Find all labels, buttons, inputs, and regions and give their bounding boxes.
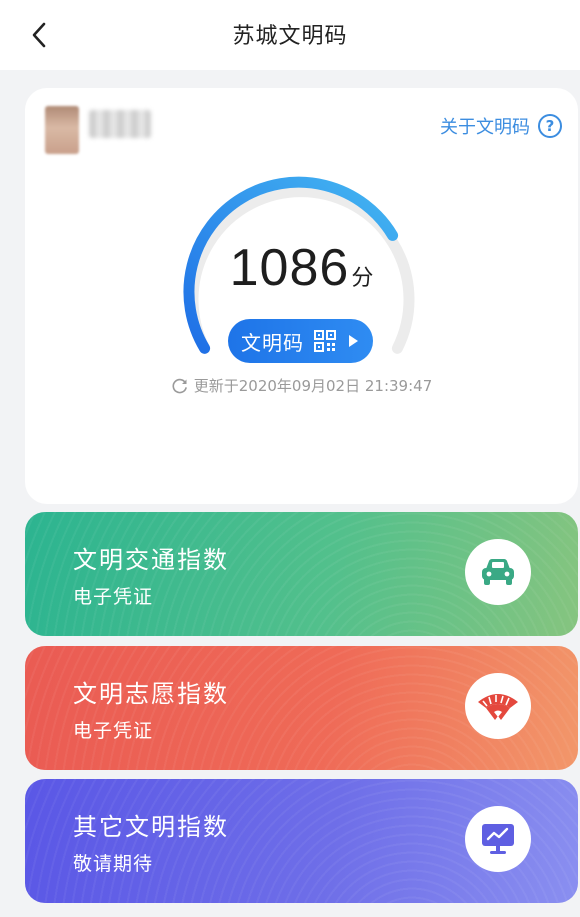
page-title: 苏城文明码 xyxy=(232,24,348,49)
top-nav-bar: 苏城文明码 xyxy=(0,0,580,70)
last-updated: 更新于2020年09月02日 21:39:47 xyxy=(25,375,578,396)
refresh-icon[interactable] xyxy=(171,377,189,395)
car-icon xyxy=(465,539,531,605)
last-updated-text: 更新于2020年09月02日 21:39:47 xyxy=(193,377,433,395)
code-button-label: 文明码 xyxy=(241,330,304,355)
play-right-icon xyxy=(349,335,358,347)
card-title: 其它文明指数 xyxy=(73,813,229,841)
card-subtitle: 敬请期待 xyxy=(73,853,154,875)
score-display: 1086分 xyxy=(25,238,578,298)
civility-code-button[interactable]: 文明码 xyxy=(228,319,373,363)
card-subtitle: 电子凭证 xyxy=(73,586,154,608)
volunteer-fan-icon xyxy=(465,673,531,739)
qr-code-icon xyxy=(314,330,336,352)
monitor-chart-icon xyxy=(465,806,531,872)
card-subtitle: 电子凭证 xyxy=(73,720,154,742)
traffic-index-card[interactable]: 文明交通指数 电子凭证 xyxy=(25,512,578,636)
score-unit: 分 xyxy=(351,266,374,291)
other-index-card[interactable]: 其它文明指数 敬请期待 xyxy=(25,779,578,903)
card-title: 文明交通指数 xyxy=(73,546,229,574)
civility-score-card: 关于文明码 ? 1086分 文明码 更新于2020年09月02日 21:39:4… xyxy=(25,88,578,504)
volunteer-index-card[interactable]: 文明志愿指数 电子凭证 xyxy=(25,646,578,770)
score-value: 1086 xyxy=(229,239,350,297)
card-title: 文明志愿指数 xyxy=(73,680,229,708)
